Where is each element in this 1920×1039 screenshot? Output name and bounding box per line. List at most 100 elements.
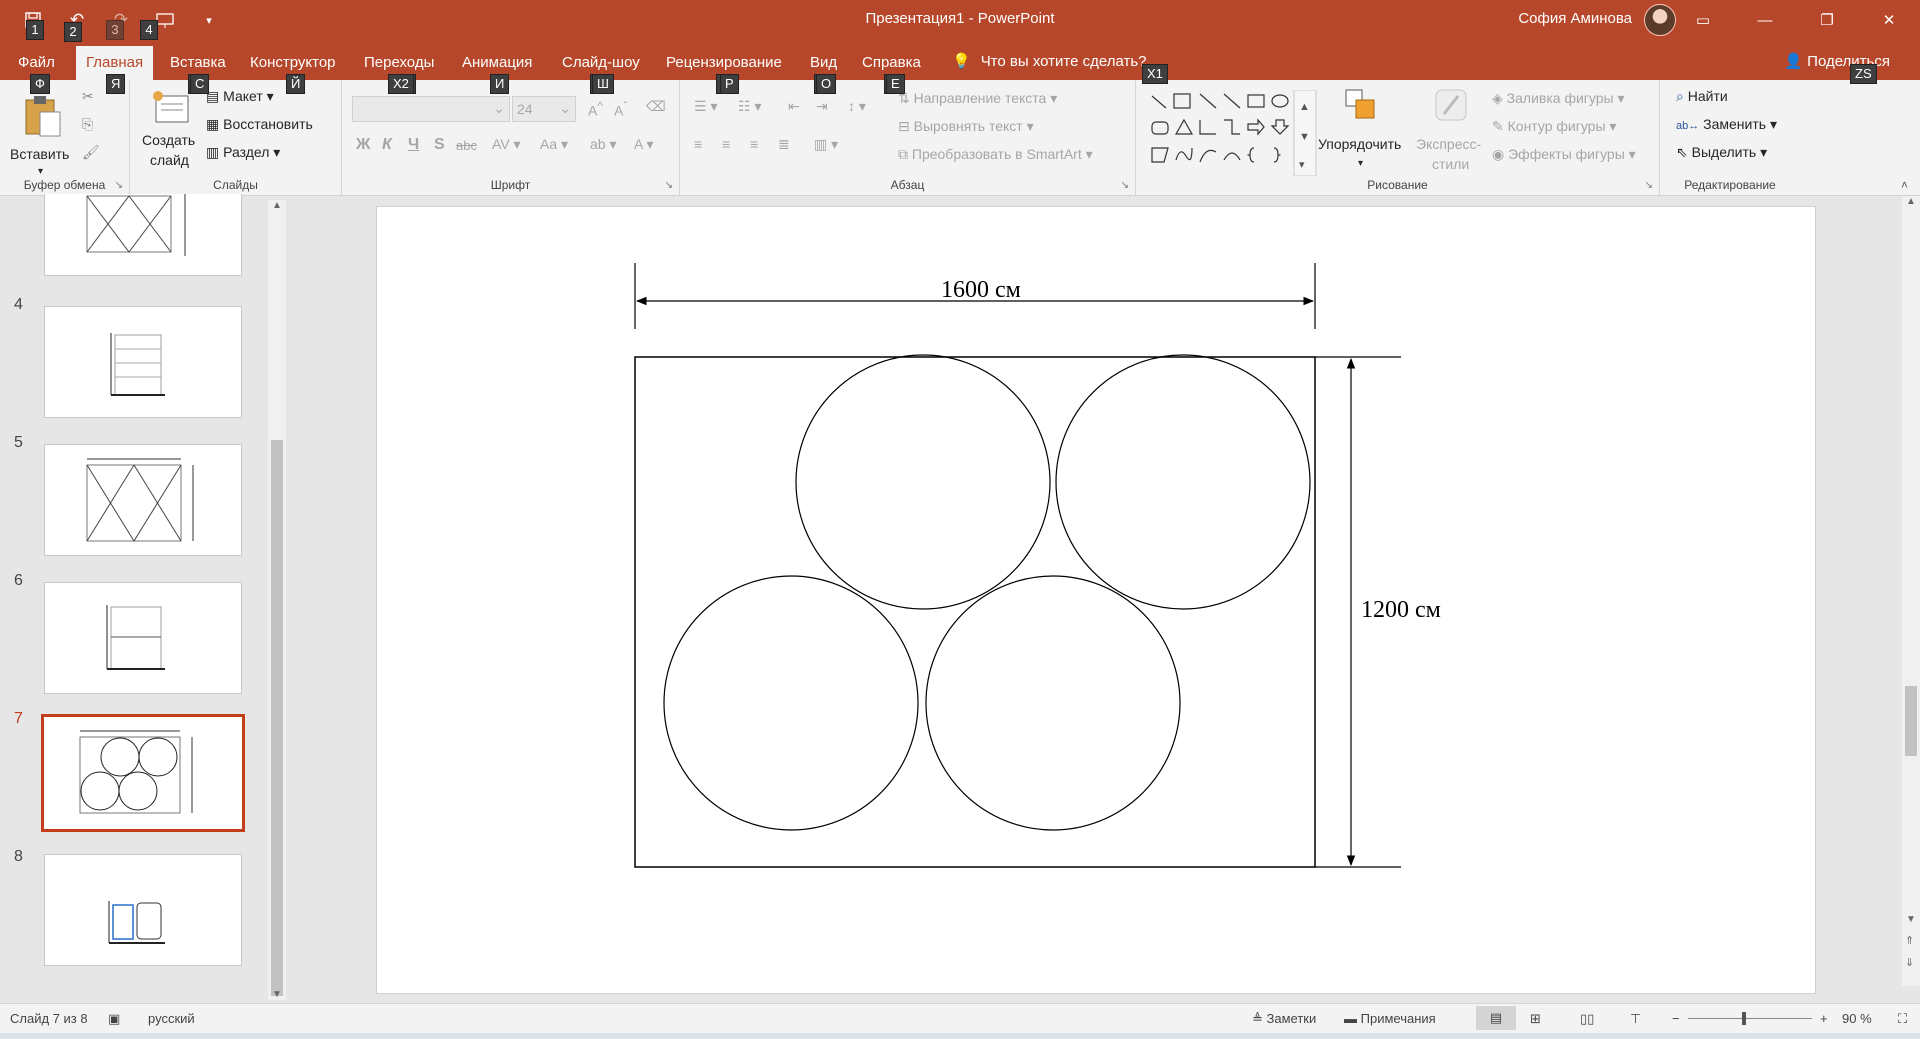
- align-left-button[interactable]: ≡: [694, 136, 702, 152]
- slide-thumbnail[interactable]: [44, 194, 242, 276]
- shape-outline-button[interactable]: ✎ Контур фигуры ▾: [1492, 118, 1616, 135]
- line-arrow-icon[interactable]: [1151, 95, 1167, 109]
- close-button[interactable]: ✕: [1858, 0, 1920, 40]
- find-button[interactable]: ⌕ Найти: [1676, 88, 1728, 105]
- cut-button[interactable]: ✂: [82, 88, 94, 105]
- down-arrow-icon[interactable]: [1270, 119, 1290, 135]
- dialog-launcher-icon[interactable]: ↘: [1121, 180, 1129, 191]
- shape-effects-button[interactable]: ◉ Эффекты фигуры ▾: [1492, 146, 1636, 163]
- italic-button[interactable]: К: [382, 136, 392, 154]
- normal-view-button[interactable]: ▤: [1476, 1006, 1516, 1030]
- section-button[interactable]: ▥ Раздел ▾: [206, 144, 280, 161]
- numbering-button[interactable]: ☷ ▾: [738, 98, 761, 115]
- shape-fill-button[interactable]: ◈ Заливка фигуры ▾: [1492, 90, 1625, 107]
- rectangle-icon[interactable]: [1247, 94, 1265, 108]
- user-name[interactable]: София Аминова: [1518, 10, 1632, 27]
- strikethrough-button[interactable]: abc: [456, 138, 477, 153]
- zoom-level[interactable]: 90 %: [1842, 1011, 1872, 1026]
- line-spacing-button[interactable]: ↕ ▾: [848, 98, 866, 115]
- scrollbar-thumb[interactable]: [1905, 686, 1917, 756]
- change-case-button[interactable]: Aa ▾: [540, 136, 568, 153]
- underline-button[interactable]: Ч: [408, 136, 419, 154]
- scroll-down-icon[interactable]: ▼: [1906, 914, 1916, 925]
- columns-button[interactable]: ▥ ▾: [814, 136, 838, 153]
- right-brace-icon[interactable]: [1273, 147, 1281, 163]
- increase-font-button[interactable]: A^: [588, 100, 603, 119]
- slide-canvas[interactable]: 1600 см 1200 см: [376, 206, 1816, 994]
- font-size-combo[interactable]: 24 ⌄: [512, 96, 576, 122]
- zoom-slider-thumb[interactable]: [1742, 1012, 1746, 1025]
- tell-me-search[interactable]: 💡 Что вы хотите сделать?: [952, 52, 1147, 71]
- fit-to-window-button[interactable]: ⛶: [1898, 1011, 1907, 1027]
- language-indicator[interactable]: русский: [148, 1011, 195, 1026]
- slide-thumbnail[interactable]: [44, 582, 242, 694]
- decrease-indent-button[interactable]: ⇤: [788, 98, 800, 115]
- circle-shape[interactable]: [1055, 354, 1311, 610]
- text-box-icon[interactable]: [1173, 93, 1191, 109]
- dialog-launcher-icon[interactable]: ↘: [115, 180, 123, 191]
- select-button[interactable]: ⇖ Выделить ▾: [1676, 144, 1767, 161]
- curve-icon[interactable]: [1223, 152, 1241, 161]
- circle-shape[interactable]: [663, 575, 919, 831]
- format-painter-button[interactable]: 🖌: [82, 144, 100, 161]
- slide-scrollbar[interactable]: ▲ ▼ ⇑ ⇓: [1902, 196, 1920, 986]
- copy-button[interactable]: ⎘: [82, 116, 93, 133]
- bold-button[interactable]: Ж: [356, 136, 370, 154]
- ribbon-display-options-button[interactable]: ▭: [1672, 0, 1734, 40]
- thumbnail-scrollbar[interactable]: ▲ ▼: [268, 200, 286, 1000]
- slideshow-view-button[interactable]: ⊤: [1630, 1011, 1641, 1027]
- font-name-combo[interactable]: ⌄: [352, 96, 510, 122]
- zoom-slider[interactable]: [1688, 1012, 1812, 1025]
- shadow-button[interactable]: S: [434, 136, 445, 154]
- gallery-up-icon[interactable]: ▲: [1299, 101, 1310, 113]
- container-rectangle[interactable]: [634, 356, 1316, 868]
- slide-sorter-button[interactable]: ⊞: [1530, 1011, 1541, 1027]
- next-slide-icon[interactable]: ⇓: [1905, 956, 1914, 969]
- spelling-icon[interactable]: ▣: [108, 1011, 120, 1027]
- arc-icon[interactable]: [1199, 149, 1217, 163]
- align-right-button[interactable]: ≡: [750, 136, 758, 152]
- scrollbar-thumb[interactable]: [271, 440, 283, 996]
- convert-smartart-button[interactable]: ⧉ Преобразовать в SmartArt ▾: [898, 146, 1093, 163]
- highlight-button[interactable]: ab ▾: [590, 136, 617, 153]
- font-color-button[interactable]: A ▾: [634, 136, 654, 153]
- circle-shape[interactable]: [925, 575, 1181, 831]
- slide-thumbnail[interactable]: [44, 854, 242, 966]
- width-label[interactable]: 1600 см: [941, 277, 1021, 304]
- arrange-button[interactable]: Упорядочить ▾: [1318, 88, 1408, 178]
- notes-button[interactable]: ≜ Заметки: [1252, 1011, 1316, 1027]
- justify-button[interactable]: ≣: [778, 136, 790, 153]
- left-brace-icon[interactable]: [1247, 147, 1255, 163]
- slide-counter[interactable]: Слайд 7 из 8: [10, 1011, 88, 1026]
- decrease-font-button[interactable]: Aˇ: [614, 100, 627, 119]
- restore-button[interactable]: ❐: [1796, 0, 1858, 40]
- paste-button[interactable]: Вставить ▾: [10, 94, 72, 184]
- increase-indent-button[interactable]: ⇥: [816, 98, 828, 115]
- reading-view-button[interactable]: ▯▯: [1580, 1011, 1594, 1027]
- bullets-button[interactable]: ☰ ▾: [694, 98, 717, 115]
- scroll-up-icon[interactable]: ▲: [1906, 196, 1916, 207]
- slide-thumbnail[interactable]: [44, 444, 242, 556]
- collapse-ribbon-button[interactable]: ˄: [1901, 178, 1908, 192]
- slide-thumbnail-active[interactable]: [41, 714, 245, 832]
- triangle-icon[interactable]: [1174, 118, 1194, 135]
- shapes-gallery[interactable]: ▲ ▼ ▾: [1146, 90, 1318, 176]
- new-slide-button[interactable]: Создать слайд: [140, 86, 204, 186]
- line-arrow-icon[interactable]: [1223, 93, 1241, 109]
- text-direction-button[interactable]: ⇅ Направление текста ▾: [898, 90, 1057, 107]
- reset-button[interactable]: ▦ Восстановить: [206, 116, 313, 133]
- rounded-rect-icon[interactable]: [1151, 121, 1169, 135]
- dialog-launcher-icon[interactable]: ↘: [1645, 180, 1653, 191]
- elbow-arrow-icon[interactable]: [1224, 119, 1240, 135]
- height-label[interactable]: 1200 см: [1361, 597, 1441, 624]
- clear-formatting-button[interactable]: ⌫: [646, 98, 666, 115]
- zoom-in-button[interactable]: +: [1820, 1011, 1828, 1026]
- align-center-button[interactable]: ≡: [722, 136, 730, 152]
- layout-button[interactable]: ▤ Макет ▾: [206, 88, 274, 105]
- line-icon[interactable]: [1199, 93, 1217, 109]
- minimize-button[interactable]: —: [1734, 0, 1796, 40]
- quick-styles-button[interactable]: Экспресс- стили: [1414, 88, 1494, 184]
- right-arrow-icon[interactable]: [1247, 118, 1265, 136]
- gallery-more-icon[interactable]: ▾: [1299, 159, 1305, 171]
- scribble-icon[interactable]: [1175, 147, 1193, 161]
